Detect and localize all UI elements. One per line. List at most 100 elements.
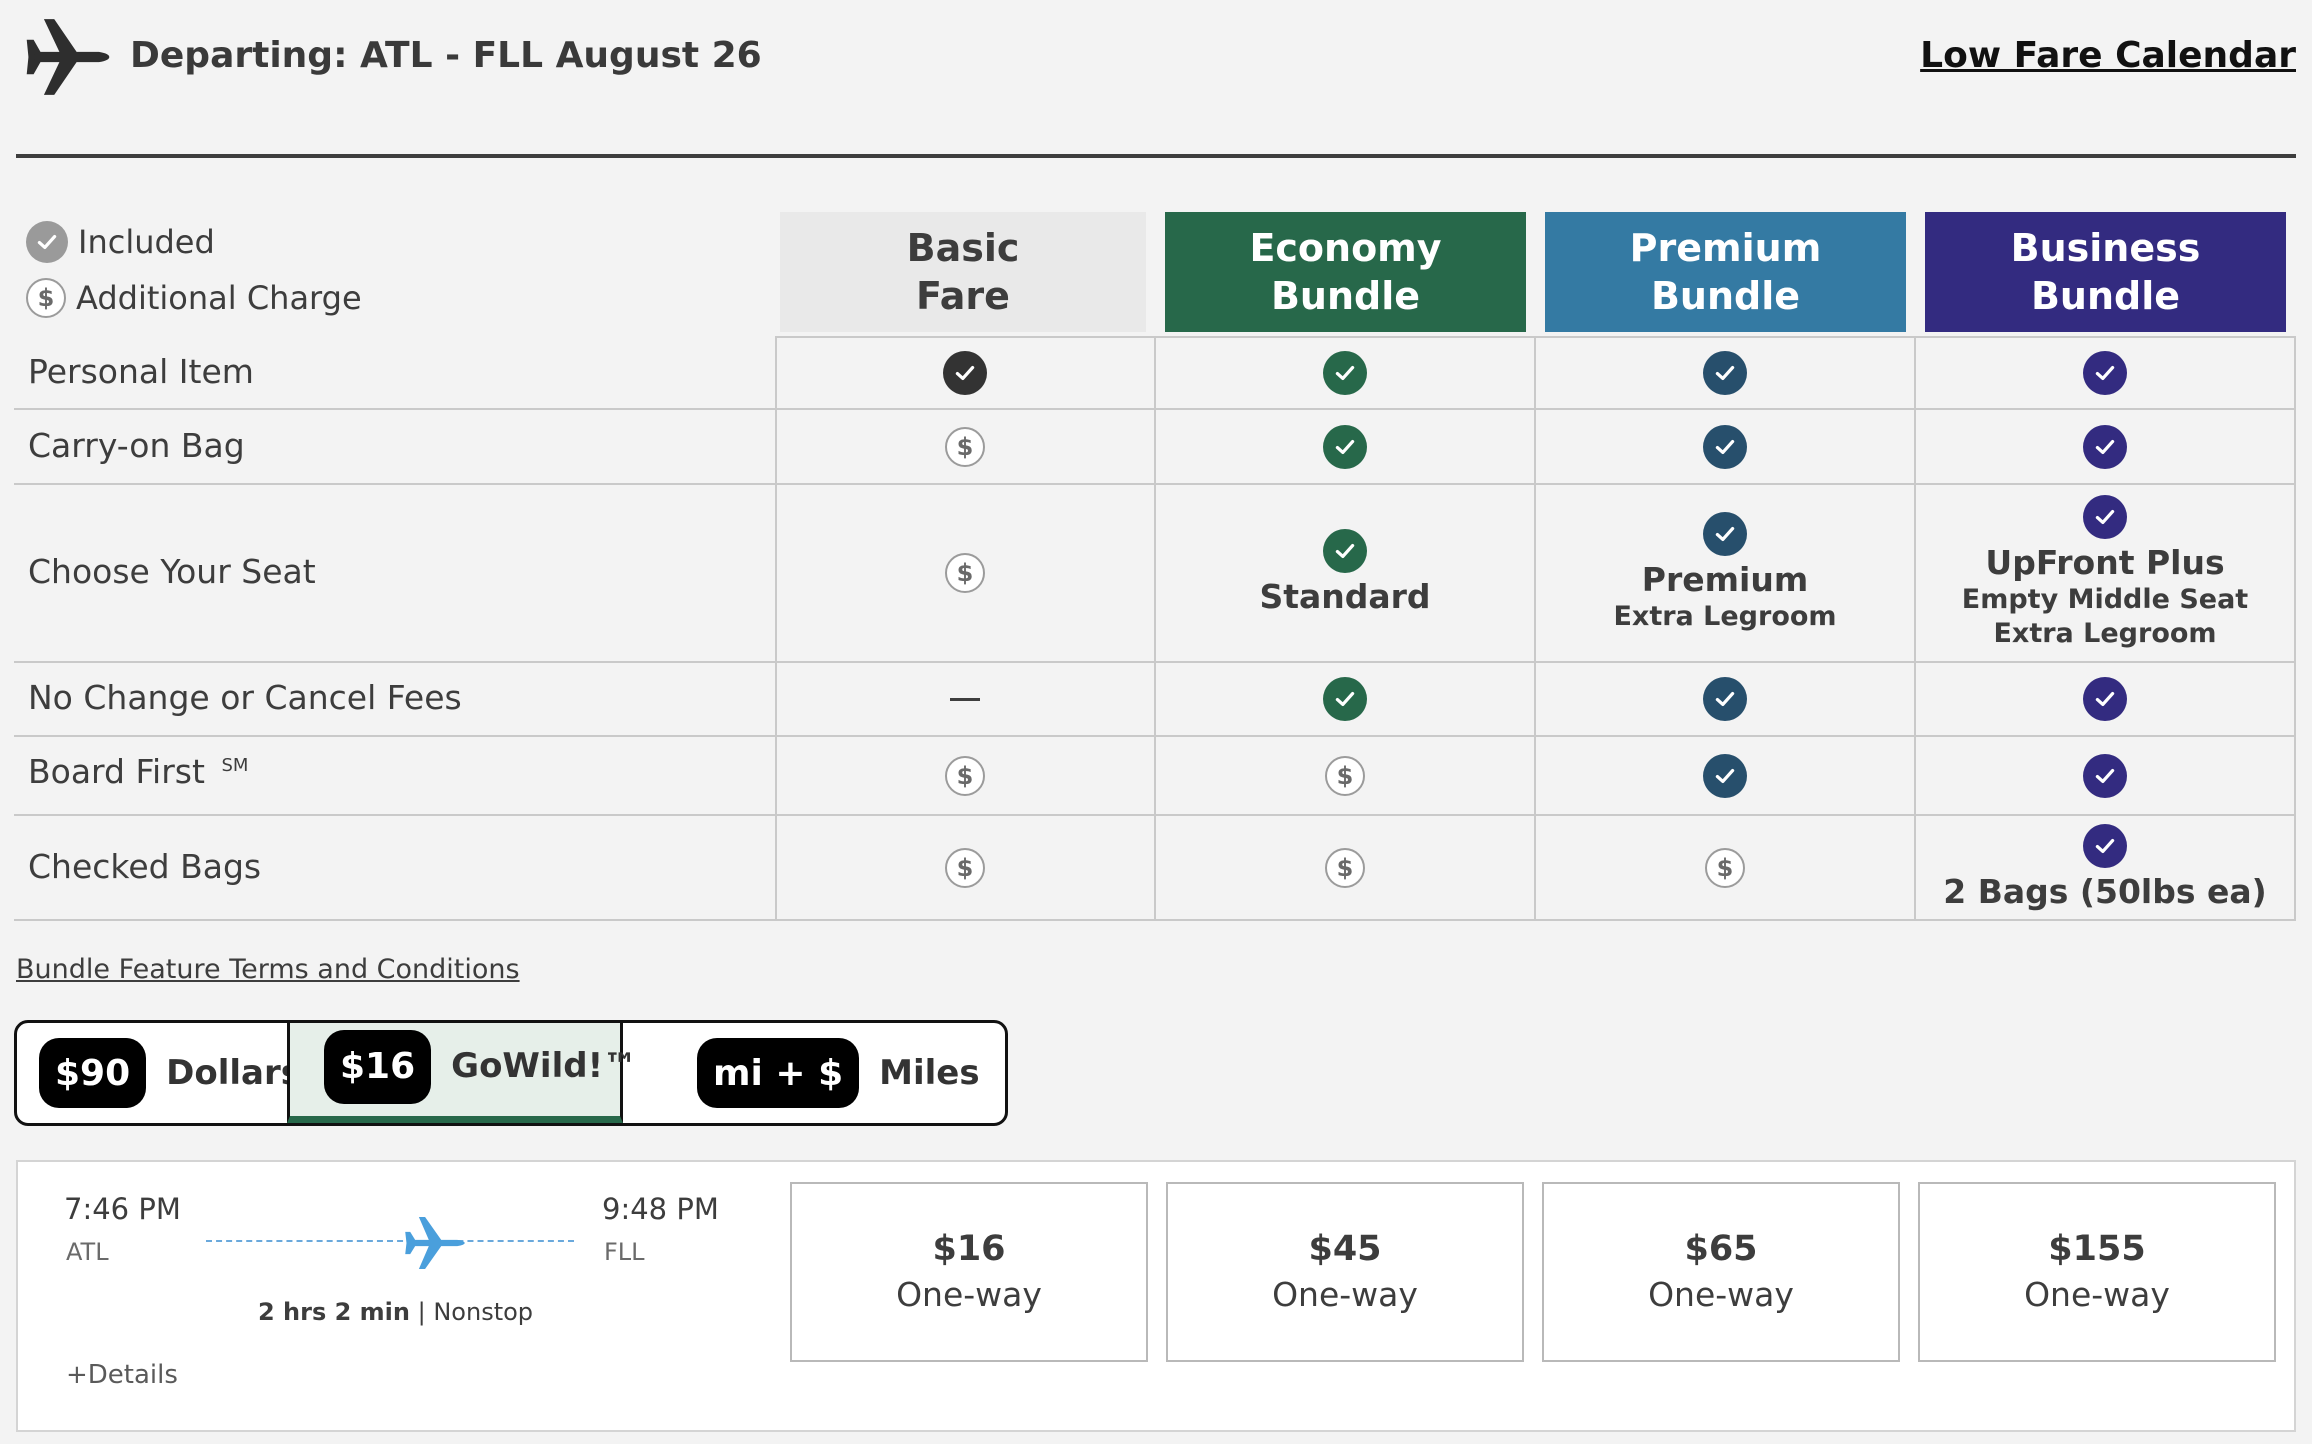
cell-business: [1916, 338, 2294, 408]
dollar-icon: $: [26, 278, 66, 318]
bundle-terms-link[interactable]: Bundle Feature Terms and Conditions: [16, 954, 520, 985]
check-icon: [1323, 529, 1367, 573]
check-icon: [26, 221, 68, 263]
price-amount: $16: [932, 1229, 1006, 1269]
check-icon: [1703, 677, 1747, 721]
dollar-icon: $: [1325, 755, 1365, 796]
grid-line: [2294, 336, 2296, 921]
cell-basic: [776, 338, 1154, 408]
fare-pill-dollars: $90: [39, 1038, 147, 1108]
service-mark: SM: [221, 755, 249, 776]
header-divider: [16, 154, 2296, 158]
price-option-basic[interactable]: $16 One-way: [790, 1182, 1148, 1362]
cell-business: [1916, 410, 2294, 483]
row-label-no-change-cancel-fees: No Change or Cancel Fees: [28, 678, 462, 717]
cell-premium: [1536, 737, 1914, 814]
column-header-economy-bundle: Economy Bundle: [1165, 212, 1526, 332]
dollar-icon: $: [945, 426, 985, 467]
check-icon: [1703, 351, 1747, 395]
cell-economy: $: [1156, 816, 1534, 919]
departure-time: 7:46 PM: [64, 1192, 181, 1226]
arrival-airport: FLL: [604, 1238, 645, 1266]
cell-business: [1916, 663, 2294, 735]
departure-airport: ATL: [66, 1238, 109, 1266]
legend-included-label: Included: [78, 223, 215, 261]
price-amount: $45: [1308, 1229, 1382, 1269]
column-header-basic-fare: Basic Fare: [780, 212, 1146, 332]
row-label-personal-item: Personal Item: [28, 352, 254, 391]
price-option-business[interactable]: $155 One-way: [1918, 1182, 2276, 1362]
cell-premium: [1536, 410, 1914, 483]
row-label-board-first: Board First SM: [28, 752, 249, 791]
cell-premium: [1536, 338, 1914, 408]
fare-option-gowild[interactable]: $16 GoWild!™: [287, 1023, 637, 1123]
flight-duration: 2 hrs 2 min: [258, 1298, 410, 1326]
fare-option-miles[interactable]: mi + $ Miles: [623, 1023, 1005, 1123]
dollar-icon: $: [945, 755, 985, 796]
cell-premium: $: [1536, 816, 1914, 919]
cell-economy: [1156, 663, 1534, 735]
price-label: One-way: [896, 1275, 1042, 1314]
cell-economy: [1156, 410, 1534, 483]
cell-business: [1916, 737, 2294, 814]
dollar-icon: $: [1325, 847, 1365, 888]
cell-economy: [1156, 338, 1534, 408]
dollar-icon: $: [1705, 847, 1745, 888]
cell-sub-text: Extra Legroom: [1613, 601, 1837, 632]
airplane-icon: [22, 14, 114, 100]
cell-basic: $: [776, 410, 1154, 483]
arrival-time: 9:48 PM: [602, 1192, 719, 1226]
check-icon: [2083, 823, 2127, 868]
price-amount: $65: [1684, 1229, 1758, 1269]
check-icon: [2083, 424, 2127, 469]
page-title: Departing: ATL - FLL August 26: [130, 35, 762, 76]
check-icon: [1323, 424, 1367, 469]
cell-economy: $: [1156, 737, 1534, 814]
flight-duration-summary: 2 hrs 2 min | Nonstop: [258, 1298, 533, 1326]
details-link[interactable]: +Details: [66, 1360, 178, 1390]
low-fare-calendar-link[interactable]: Low Fare Calendar: [1920, 30, 2296, 82]
cell-business: UpFront Plus Empty Middle Seat Extra Legro…: [1916, 485, 2294, 661]
cell-premium: Premium Extra Legroom: [1536, 485, 1914, 661]
check-icon: [1323, 677, 1367, 721]
check-icon: [1703, 512, 1747, 556]
cell-main-text: 2 Bags (50lbs ea): [1943, 871, 2267, 911]
cell-main-text: UpFront Plus: [1985, 543, 2225, 582]
separator: |: [410, 1298, 434, 1326]
cell-premium: [1536, 663, 1914, 735]
fare-type-selector: $90 Dollars $16 GoWild!™ mi + $ Miles: [14, 1020, 1008, 1126]
fare-label-miles: Miles: [879, 1053, 980, 1093]
cell-basic: [776, 663, 1154, 735]
fare-label-dollars: Dollars: [166, 1053, 301, 1093]
fare-pill-gowild: $16: [324, 1029, 432, 1104]
airplane-route-icon: [404, 1212, 466, 1274]
cell-basic: $: [776, 485, 1154, 661]
row-label-choose-your-seat: Choose Your Seat: [28, 552, 316, 591]
fare-option-dollars[interactable]: $90 Dollars: [17, 1023, 301, 1123]
check-icon: [2083, 351, 2127, 395]
check-icon: [2083, 495, 2127, 539]
check-icon: [943, 351, 987, 395]
dollar-icon: $: [945, 553, 985, 593]
check-icon: [1323, 351, 1367, 395]
cell-sub-text: Empty Middle Seat: [1961, 584, 2249, 615]
check-icon: [1703, 424, 1747, 469]
price-option-premium[interactable]: $65 One-way: [1542, 1182, 1900, 1362]
cell-sub-text: Extra Legroom: [1993, 618, 2217, 649]
cell-main-text: Premium: [1641, 560, 1809, 599]
price-amount: $155: [2048, 1229, 2146, 1269]
cell-main-text: Standard: [1259, 577, 1431, 616]
dollar-icon: $: [945, 847, 985, 888]
column-header-premium-bundle: Premium Bundle: [1545, 212, 1906, 332]
check-icon: [2083, 677, 2127, 721]
row-label-checked-bags: Checked Bags: [28, 847, 262, 886]
column-header-business-bundle: Business Bundle: [1925, 212, 2286, 332]
check-icon: [2083, 753, 2127, 798]
legend-additional-charge: $ Additional Charge: [26, 278, 362, 318]
price-label: One-way: [1272, 1275, 1418, 1314]
not-available-dash: [950, 697, 980, 701]
price-option-economy[interactable]: $45 One-way: [1166, 1182, 1524, 1362]
fare-pill-miles: mi + $: [697, 1038, 860, 1108]
check-icon: [1703, 753, 1747, 798]
fare-label-gowild: GoWild!™: [451, 1045, 638, 1086]
